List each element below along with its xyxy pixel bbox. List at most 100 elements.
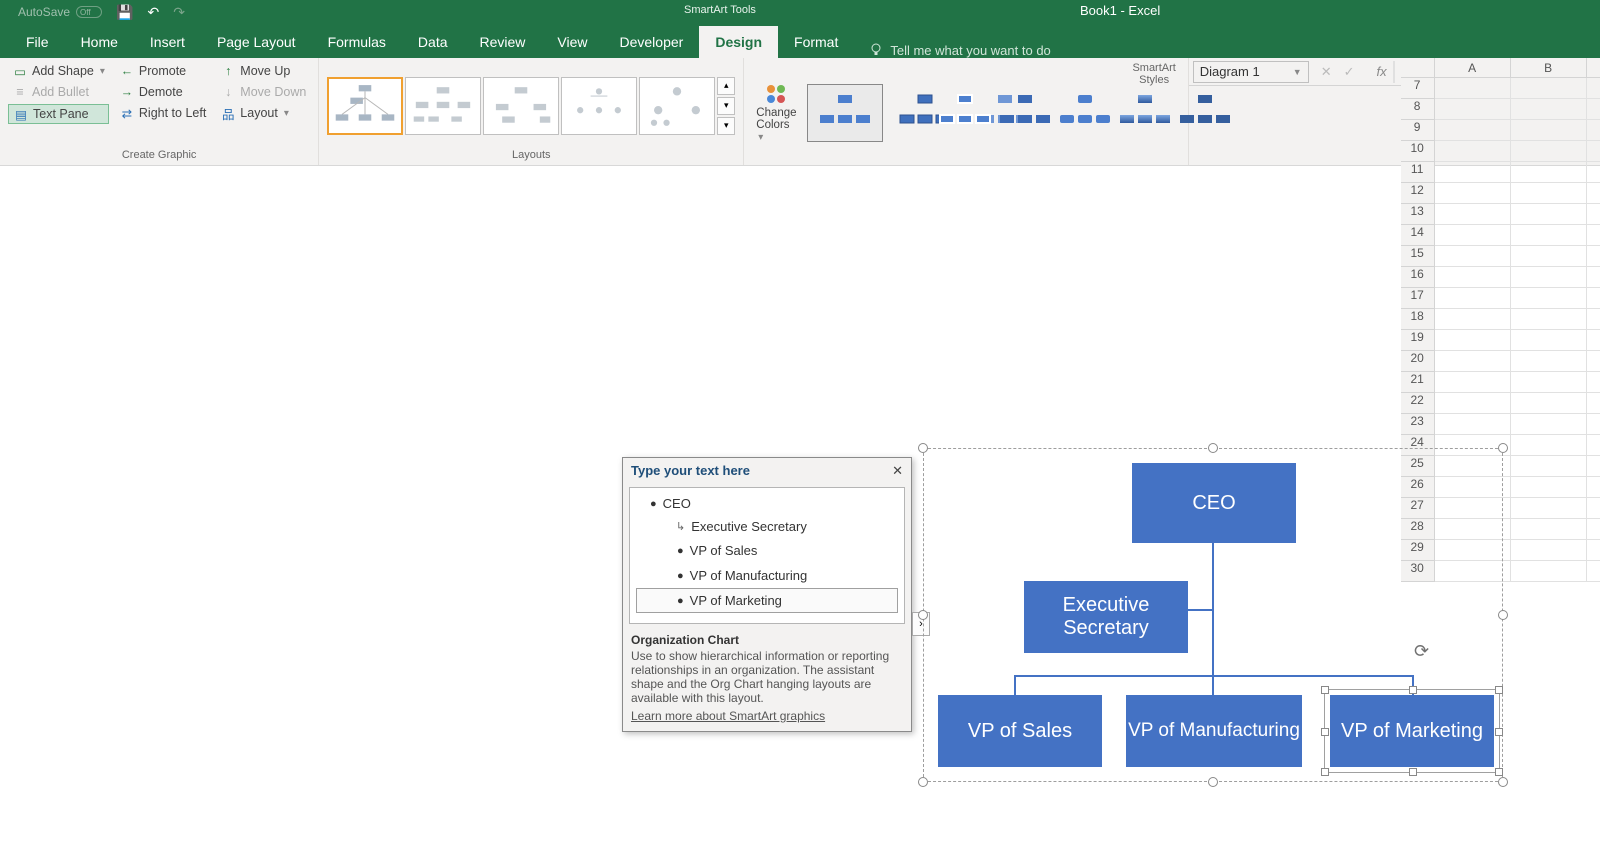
cell[interactable]	[1435, 204, 1511, 225]
cell[interactable]	[1587, 540, 1600, 561]
autosave-toggle[interactable]: AutoSave Off	[18, 5, 102, 19]
resize-handle[interactable]	[1495, 768, 1503, 776]
resize-handle[interactable]	[1498, 777, 1508, 787]
cell[interactable]	[1511, 435, 1587, 456]
demote-button[interactable]: →Demote	[115, 83, 210, 101]
cell[interactable]	[1435, 225, 1511, 246]
cell[interactable]	[1511, 351, 1587, 372]
cell[interactable]	[1587, 120, 1600, 141]
text-pane-item[interactable]: ↳Executive Secretary	[636, 515, 898, 538]
resize-handle[interactable]	[1495, 686, 1503, 694]
cell[interactable]	[1435, 183, 1511, 204]
tab-insert[interactable]: Insert	[134, 26, 201, 58]
node-vp-manufacturing[interactable]: VP of Manufacturing	[1126, 695, 1302, 767]
resize-handle[interactable]	[1321, 686, 1329, 694]
tab-developer[interactable]: Developer	[604, 26, 700, 58]
tab-view[interactable]: View	[541, 26, 603, 58]
row-header[interactable]: 21	[1401, 372, 1435, 393]
layout-thumb-2[interactable]	[405, 77, 481, 135]
cell[interactable]	[1511, 267, 1587, 288]
cell[interactable]	[1587, 78, 1600, 99]
add-shape-button[interactable]: ▭Add Shape▾	[8, 62, 109, 80]
cancel-formula-icon[interactable]: ✕	[1321, 64, 1332, 80]
row-header[interactable]: 9	[1401, 120, 1435, 141]
style-thumb-8[interactable]	[1175, 84, 1235, 142]
column-header[interactable]: C	[1587, 58, 1600, 77]
tab-page-layout[interactable]: Page Layout	[201, 26, 312, 58]
row-header[interactable]: 11	[1401, 162, 1435, 183]
fx-icon[interactable]: fx	[1377, 64, 1387, 79]
row-header[interactable]: 14	[1401, 225, 1435, 246]
rotate-handle-icon[interactable]: ⟳	[1414, 641, 1429, 662]
tab-home[interactable]: Home	[65, 26, 134, 58]
row-header[interactable]: 23	[1401, 414, 1435, 435]
node-ceo[interactable]: CEO	[1132, 463, 1296, 543]
resize-handle[interactable]	[1495, 728, 1503, 736]
smartart-frame[interactable]: ⟳ CEO Executive Secretary VP of Sales VP…	[923, 448, 1503, 782]
tab-formulas[interactable]: Formulas	[312, 26, 402, 58]
cell[interactable]	[1587, 183, 1600, 204]
cell[interactable]	[1587, 267, 1600, 288]
cell[interactable]	[1511, 225, 1587, 246]
cell[interactable]	[1511, 99, 1587, 120]
text-pane-item-selected[interactable]: ●VP of Marketing	[636, 588, 898, 613]
cell[interactable]	[1511, 309, 1587, 330]
node-vp-sales[interactable]: VP of Sales	[938, 695, 1102, 767]
text-pane[interactable]: Type your text here ✕ ●CEO ↳Executive Se…	[622, 457, 912, 732]
row-header[interactable]: 17	[1401, 288, 1435, 309]
row-header[interactable]: 15	[1401, 246, 1435, 267]
name-box[interactable]: Diagram 1▼	[1193, 61, 1309, 83]
text-pane-toggle[interactable]: ▤Text Pane	[8, 104, 109, 124]
redo-icon[interactable]: ↷	[173, 4, 185, 21]
cell[interactable]	[1435, 141, 1511, 162]
cell[interactable]	[1511, 414, 1587, 435]
autosave-switch[interactable]: Off	[76, 6, 102, 18]
row-header[interactable]: 13	[1401, 204, 1435, 225]
cell[interactable]	[1511, 246, 1587, 267]
tab-data[interactable]: Data	[402, 26, 464, 58]
row-header[interactable]: 7	[1401, 78, 1435, 99]
layouts-gallery-more[interactable]: ▴▾▾	[717, 77, 735, 135]
cell[interactable]	[1435, 288, 1511, 309]
resize-handle[interactable]	[918, 610, 928, 620]
cell[interactable]	[1587, 435, 1600, 456]
cell[interactable]	[1587, 204, 1600, 225]
tab-review[interactable]: Review	[464, 26, 542, 58]
text-pane-item[interactable]: ●CEO	[636, 492, 898, 515]
cell[interactable]	[1587, 162, 1600, 183]
resize-handle[interactable]	[1409, 768, 1417, 776]
row-header[interactable]: 20	[1401, 351, 1435, 372]
cell[interactable]	[1587, 519, 1600, 540]
cell[interactable]	[1587, 561, 1600, 582]
cell[interactable]	[1435, 372, 1511, 393]
text-pane-list[interactable]: ●CEO ↳Executive Secretary ●VP of Sales ●…	[629, 487, 905, 624]
text-pane-item[interactable]: ●VP of Sales	[636, 538, 898, 563]
resize-handle[interactable]	[1208, 443, 1218, 453]
cell[interactable]	[1511, 561, 1587, 582]
cell[interactable]	[1587, 393, 1600, 414]
tab-design[interactable]: Design	[699, 26, 778, 58]
row-header[interactable]: 12	[1401, 183, 1435, 204]
cell[interactable]	[1511, 141, 1587, 162]
cell[interactable]	[1435, 309, 1511, 330]
cell[interactable]	[1435, 246, 1511, 267]
cell[interactable]	[1435, 99, 1511, 120]
column-header[interactable]: B	[1511, 58, 1587, 77]
row-header[interactable]: 19	[1401, 330, 1435, 351]
promote-button[interactable]: ←Promote	[115, 62, 210, 80]
cell[interactable]	[1587, 309, 1600, 330]
resize-handle[interactable]	[1208, 777, 1218, 787]
tab-format[interactable]: Format	[778, 26, 854, 58]
cell[interactable]	[1511, 162, 1587, 183]
cell[interactable]	[1511, 540, 1587, 561]
cell[interactable]	[1511, 330, 1587, 351]
cell[interactable]	[1435, 162, 1511, 183]
learn-more-link[interactable]: Learn more about SmartArt graphics	[631, 709, 903, 723]
cell[interactable]	[1587, 477, 1600, 498]
cell[interactable]	[1435, 351, 1511, 372]
style-thumb-6[interactable]	[1055, 84, 1115, 142]
close-icon[interactable]: ✕	[892, 463, 903, 479]
cell[interactable]	[1511, 393, 1587, 414]
cell[interactable]	[1511, 288, 1587, 309]
row-header[interactable]: 8	[1401, 99, 1435, 120]
